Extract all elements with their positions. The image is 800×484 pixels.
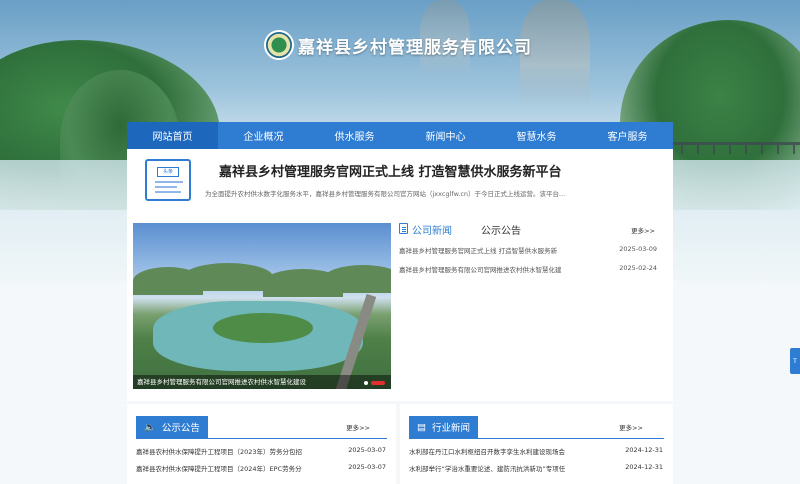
headline-icon: 头条 — [145, 159, 191, 201]
tab-company-news[interactable]: 公司新闻 — [412, 222, 452, 237]
main-nav: 网站首页 企业概况 供水服务 新闻中心 智慧水务 客户服务 — [127, 122, 673, 149]
main-content: 头条 嘉祥县乡村管理服务官网正式上线 打造智慧供水服务新平台 为全面提升农村供水… — [127, 149, 673, 401]
news-carousel[interactable]: 嘉祥县乡村管理服务有限公司官网推进农村供水智慧化建设 — [133, 223, 391, 389]
list-item[interactable]: 嘉祥县乡村管理服务有限公司官网推进农村供水智慧化建 2025-02-24 — [399, 264, 657, 283]
document-icon — [399, 223, 408, 234]
speaker-icon: 🔈 — [144, 421, 156, 433]
nav-customer-service[interactable]: 客户服务 — [582, 122, 673, 149]
notices-header: 🔈 公示公告 — [136, 416, 208, 438]
headline-title[interactable]: 嘉祥县乡村管理服务官网正式上线 打造智慧供水服务新平台 — [219, 161, 562, 180]
carousel-caption[interactable]: 嘉祥县乡村管理服务有限公司官网推进农村供水智慧化建设 — [133, 375, 391, 389]
carousel-dots — [364, 381, 385, 385]
industry-news-section: ▤ 行业新闻 更多>> 水利部在丹江口水利枢纽召开数字孪生水利建设现场会 202… — [400, 404, 673, 484]
company-news-list: 嘉祥县乡村管理服务官网正式上线 打造智慧供水服务新 2025-03-09 嘉祥县… — [399, 245, 657, 283]
list-item[interactable]: 水利部举行“学治水重要论述、建防汛抗洪新功”专项任 2024-12-31 — [409, 463, 663, 480]
nav-home[interactable]: 网站首页 — [127, 122, 218, 149]
news-tabs: 公司新闻 公示公告 更多>> — [399, 221, 661, 237]
nav-news-center[interactable]: 新闻中心 — [400, 122, 491, 149]
company-name: 嘉祥县乡村管理服务有限公司 — [298, 37, 532, 58]
notices-section: 🔈 公示公告 更多>> 嘉祥县农村供水保障提升工程项目（2023年）劳务分包招 … — [127, 404, 396, 484]
industry-more-link[interactable]: 更多>> — [619, 422, 643, 432]
notices-title: 公示公告 — [161, 423, 200, 434]
nav-smart-water[interactable]: 智慧水务 — [491, 122, 582, 149]
notices-more-link[interactable]: 更多>> — [346, 422, 370, 432]
list-item[interactable]: 嘉祥县乡村管理服务官网正式上线 打造智慧供水服务新 2025-03-09 — [399, 245, 657, 264]
list-item[interactable]: 水利部在丹江口水利枢纽召开数字孪生水利建设现场会 2024-12-31 — [409, 446, 663, 463]
list-item[interactable]: 嘉祥县农村供水保障提升工程项目（2023年）劳务分包招 2025-03-07 — [136, 446, 386, 463]
logo-icon — [264, 30, 294, 60]
tab-notices[interactable]: 公示公告 — [481, 222, 521, 237]
carousel-dot-active[interactable] — [371, 381, 385, 385]
headline-description: 为全面提升农村供水数字化服务水平，嘉祥县乡村管理服务有限公司官方网站（jxxcg… — [205, 190, 566, 198]
nav-company-overview[interactable]: 企业概况 — [218, 122, 309, 149]
back-to-top-button[interactable]: T — [790, 348, 800, 374]
document-icon: ▤ — [417, 421, 426, 433]
list-item[interactable]: 嘉祥县农村供水保障提升工程项目（2024年）EPC劳务分 2025-03-07 — [136, 463, 386, 480]
news-more-link[interactable]: 更多>> — [631, 225, 655, 235]
site-logo[interactable]: 嘉祥县乡村管理服务有限公司 — [264, 30, 532, 60]
carousel-dot[interactable] — [364, 381, 368, 385]
industry-title: 行业新闻 — [431, 423, 470, 434]
industry-header: ▤ 行业新闻 — [409, 416, 478, 438]
nav-water-supply[interactable]: 供水服务 — [309, 122, 400, 149]
